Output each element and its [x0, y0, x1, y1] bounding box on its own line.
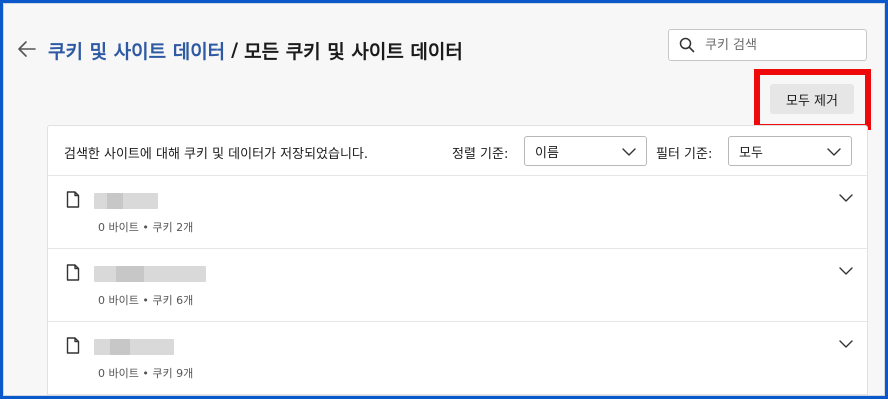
- file-icon: [66, 337, 80, 354]
- chevron-down-icon[interactable]: [839, 192, 853, 204]
- sort-label: 정렬 기준:: [452, 147, 509, 162]
- file-icon: [66, 264, 80, 281]
- search-box[interactable]: [668, 29, 867, 61]
- chevron-down-icon[interactable]: [839, 338, 853, 350]
- list-description: 검색한 사이트에 대해 쿠키 및 데이터가 저장되었습니다.: [64, 147, 369, 162]
- file-icon: [66, 191, 80, 208]
- filter-label: 필터 기준:: [656, 147, 713, 162]
- site-meta: 0 바이트 • 쿠키 9개: [98, 367, 194, 380]
- remove-all-button[interactable]: 모두 제거: [770, 84, 854, 114]
- site-row[interactable]: 0 바이트 • 쿠키 2개: [48, 176, 867, 249]
- filter-dropdown[interactable]: 모두: [728, 136, 852, 166]
- arrow-left-icon: [18, 41, 36, 57]
- site-row[interactable]: 0 바이트 • 쿠키 9개: [48, 322, 867, 395]
- sort-value: 이름: [535, 145, 559, 161]
- list-toolbar: 검색한 사이트에 대해 쿠키 및 데이터가 저장되었습니다. 정렬 기준: 이름…: [48, 126, 867, 176]
- chevron-down-icon[interactable]: [839, 265, 853, 277]
- chevron-down-icon: [622, 148, 636, 156]
- breadcrumb-parent-link[interactable]: 쿠키 및 사이트 데이터: [48, 37, 225, 64]
- search-input[interactable]: [705, 37, 855, 53]
- site-name-redacted: [94, 266, 206, 282]
- breadcrumb: 쿠키 및 사이트 데이터 / 모든 쿠키 및 사이트 데이터: [48, 35, 463, 65]
- chevron-down-icon: [827, 148, 841, 156]
- breadcrumb-separator: /: [231, 39, 239, 61]
- site-name-redacted: [94, 193, 158, 209]
- page-title: 모든 쿠키 및 사이트 데이터: [244, 40, 463, 63]
- settings-page: 쿠키 및 사이트 데이터 / 모든 쿠키 및 사이트 데이터 모두 제거 검색한…: [3, 3, 885, 396]
- back-button[interactable]: [14, 36, 40, 62]
- sort-dropdown[interactable]: 이름: [524, 136, 647, 166]
- search-icon: [679, 37, 695, 53]
- site-row[interactable]: 0 바이트 • 쿠키 6개: [48, 249, 867, 322]
- filter-value: 모두: [739, 145, 763, 161]
- site-name-redacted: [94, 339, 174, 355]
- site-meta: 0 바이트 • 쿠키 6개: [98, 294, 194, 307]
- site-meta: 0 바이트 • 쿠키 2개: [98, 221, 194, 234]
- cookie-list-panel: 검색한 사이트에 대해 쿠키 및 데이터가 저장되었습니다. 정렬 기준: 이름…: [47, 125, 868, 395]
